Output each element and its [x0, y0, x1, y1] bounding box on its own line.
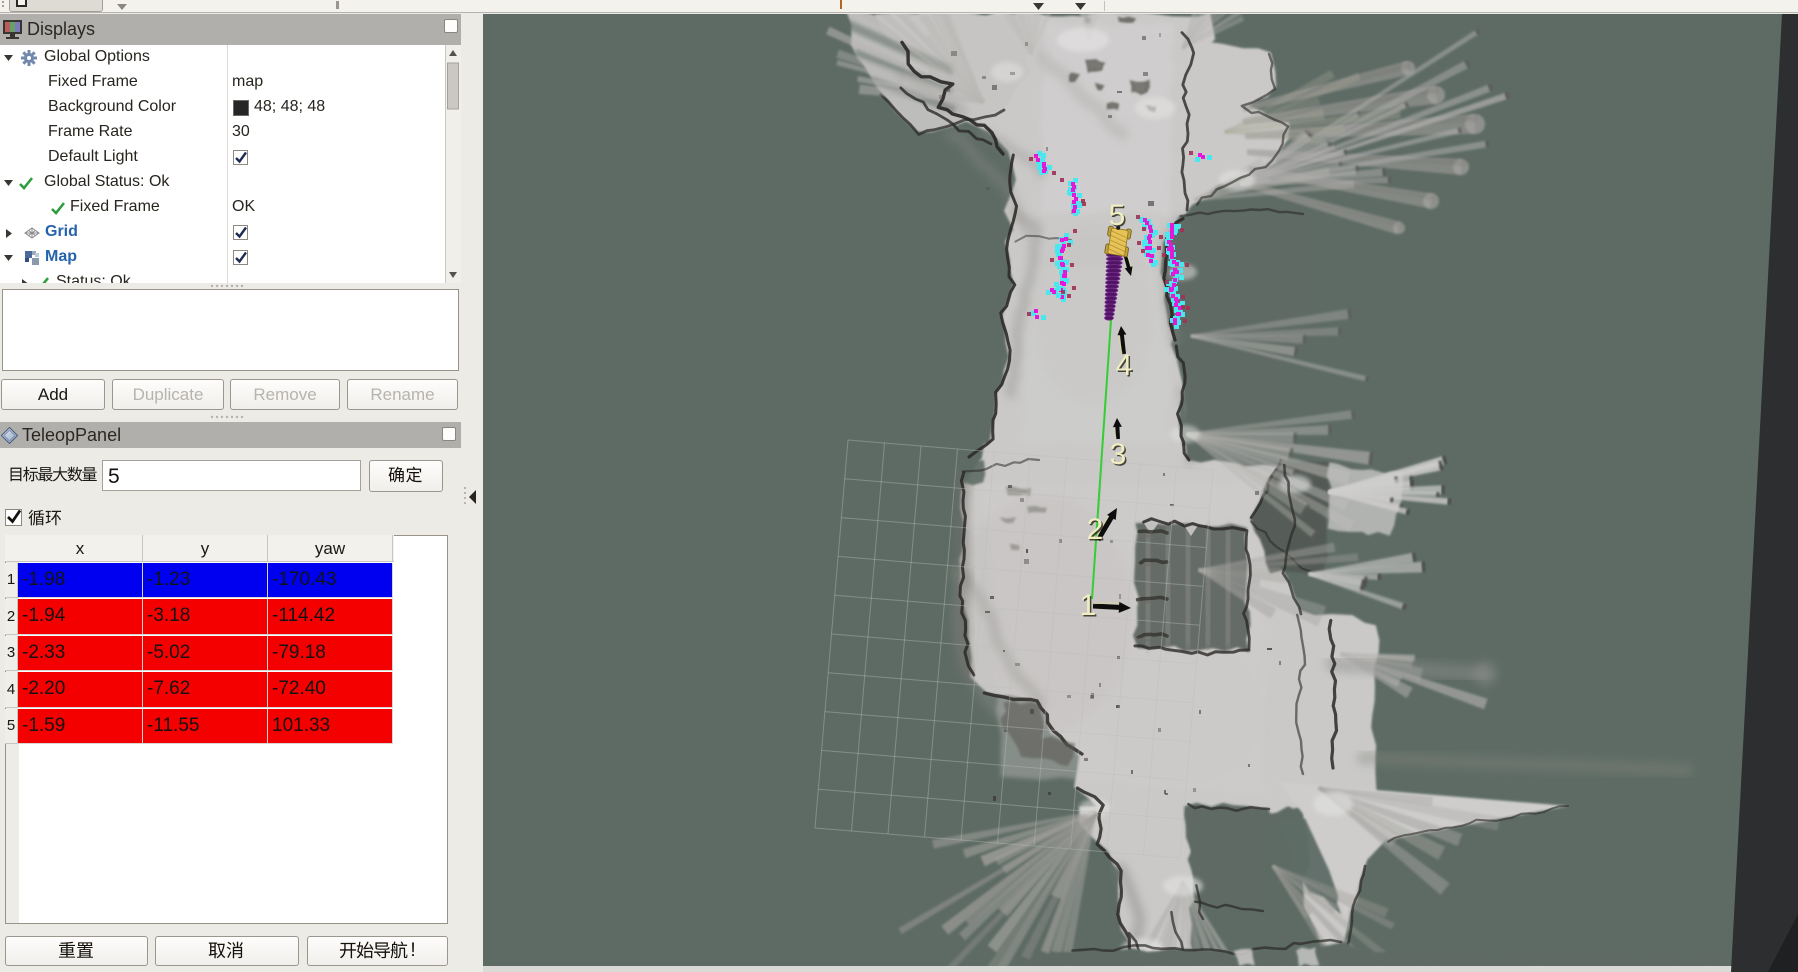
svg-text:3: 3 — [1110, 438, 1127, 471]
svg-text:4: 4 — [1116, 349, 1133, 382]
svg-text:1: 1 — [1080, 589, 1097, 622]
svg-text:2: 2 — [1087, 513, 1104, 546]
